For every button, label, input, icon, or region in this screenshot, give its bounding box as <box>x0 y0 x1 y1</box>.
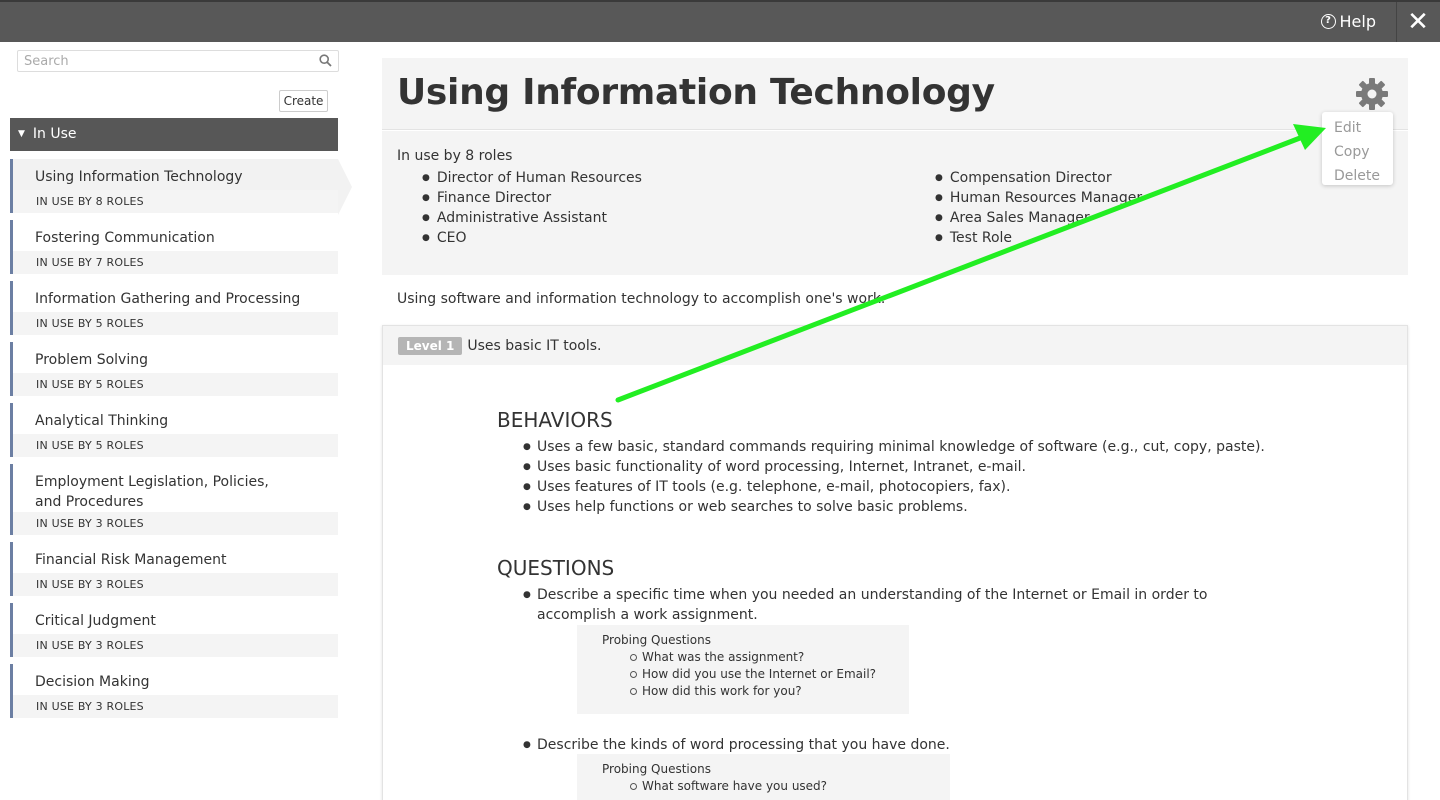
list-item[interactable]: Fostering Communication IN USE BY 7 ROLE… <box>10 220 338 274</box>
list-item[interactable]: Employment Legislation, Policies, and Pr… <box>10 464 338 535</box>
probe-list: What was the assignment? How did you use… <box>602 649 909 700</box>
top-bar: ? Help ✕ <box>0 0 1440 42</box>
behavior-item: Uses features of IT tools (e.g. telephon… <box>523 477 1283 497</box>
item-name: Fostering Communication <box>35 230 215 246</box>
question-item: Describe the kinds of word processing th… <box>523 735 1283 755</box>
item-count: IN USE BY 5 ROLES <box>13 434 338 457</box>
item-count: IN USE BY 7 ROLES <box>13 251 338 274</box>
search-input[interactable] <box>18 51 308 71</box>
divider <box>1396 2 1397 42</box>
list-item[interactable]: Analytical Thinking IN USE BY 5 ROLES <box>10 403 338 457</box>
behavior-item: Uses basic functionality of word process… <box>523 457 1283 477</box>
role-item: Area Sales Manager <box>935 208 1142 228</box>
competency-detail: Using Information Technology Edit Copy D… <box>382 58 1408 800</box>
caret-down-icon: ▼ <box>18 129 25 139</box>
item-name: Employment Legislation, Policies, and Pr… <box>35 474 269 510</box>
role-item: Director of Human Resources <box>422 168 642 188</box>
settings-menu: Edit Copy Delete <box>1322 112 1393 185</box>
probing-label: Probing Questions <box>602 762 711 776</box>
behaviors-title: BEHAVIORS <box>497 408 613 432</box>
questions-title: QUESTIONS <box>497 556 615 580</box>
level-header: Level 1 Uses basic IT tools. <box>383 326 1407 365</box>
role-item: Test Role <box>935 228 1142 248</box>
item-count: IN USE BY 3 ROLES <box>13 512 338 535</box>
detail-header: Using Information Technology <box>382 58 1408 130</box>
item-name: Using Information Technology <box>35 169 243 185</box>
competency-list: Using Information Technology IN USE BY 8… <box>10 159 352 725</box>
sidebar: Create ▼ In Use Using Information Technol… <box>10 42 352 800</box>
list-item[interactable]: Critical Judgment IN USE BY 3 ROLES <box>10 603 338 657</box>
probing-questions-box: Probing Questions What was the assignmen… <box>577 625 909 714</box>
probe-item: What was the assignment? <box>630 649 909 666</box>
item-count: IN USE BY 3 ROLES <box>13 634 338 657</box>
gear-icon[interactable] <box>1354 76 1390 112</box>
role-item: CEO <box>422 228 642 248</box>
behavior-item: Uses help functions or web searches to s… <box>523 497 1283 517</box>
list-item[interactable]: Problem Solving IN USE BY 5 ROLES <box>10 342 338 396</box>
probe-list: What software have you used? <box>602 778 950 795</box>
item-count: IN USE BY 5 ROLES <box>13 312 338 335</box>
roles-panel: In use by 8 roles Director of Human Reso… <box>382 131 1408 275</box>
menu-item-edit[interactable]: Edit <box>1322 116 1393 140</box>
item-name: Financial Risk Management <box>35 552 227 568</box>
question-list: Describe a specific time when you needed… <box>523 585 1283 625</box>
behavior-item: Uses a few basic, standard commands requ… <box>523 437 1283 457</box>
item-count: IN USE BY 3 ROLES <box>13 573 338 596</box>
menu-item-copy[interactable]: Copy <box>1322 140 1393 164</box>
roles-label: In use by 8 roles <box>397 148 513 164</box>
probe-item: What software have you used? <box>630 778 950 795</box>
group-label: In Use <box>32 126 77 142</box>
item-name: Information Gathering and Processing <box>35 291 301 307</box>
page-title: Using Information Technology <box>397 72 995 113</box>
item-count: IN USE BY 5 ROLES <box>13 373 338 396</box>
role-item: Compensation Director <box>935 168 1142 188</box>
role-item: Finance Director <box>422 188 642 208</box>
close-icon[interactable]: ✕ <box>1406 8 1430 36</box>
group-header-in-use[interactable]: ▼ In Use <box>10 118 338 151</box>
list-item[interactable]: Decision Making IN USE BY 3 ROLES <box>10 664 338 718</box>
search-box <box>17 50 339 72</box>
question-item: Describe a specific time when you needed… <box>523 585 1283 625</box>
question-list: Describe the kinds of word processing th… <box>523 735 1283 755</box>
item-count: IN USE BY 8 ROLES <box>13 190 338 213</box>
level-summary: Uses basic IT tools. <box>467 337 602 354</box>
roles-list-right: Compensation Director Human Resources Ma… <box>935 168 1142 248</box>
item-count: IN USE BY 3 ROLES <box>13 695 338 718</box>
level-badge: Level 1 <box>398 336 463 355</box>
help-button[interactable]: ? Help <box>1320 12 1376 31</box>
list-item[interactable]: Information Gathering and Processing IN … <box>10 281 338 335</box>
item-name: Problem Solving <box>35 352 148 368</box>
roles-list-left: Director of Human Resources Finance Dire… <box>422 168 642 248</box>
level-panel: Level 1 Uses basic IT tools. BEHAVIORS U… <box>382 325 1408 800</box>
search-icon[interactable] <box>319 54 332 67</box>
create-button[interactable]: Create <box>279 90 328 112</box>
list-item[interactable]: Using Information Technology IN USE BY 8… <box>10 159 352 215</box>
probe-item: How did you use the Internet or Email? <box>630 666 909 683</box>
item-name: Critical Judgment <box>35 613 156 629</box>
help-icon: ? <box>1320 14 1336 29</box>
item-name: Analytical Thinking <box>35 413 169 429</box>
competency-description: Using software and information technolog… <box>397 291 886 307</box>
role-item: Human Resources Manager <box>935 188 1142 208</box>
probe-item: How did this work for you? <box>630 683 909 700</box>
behaviors-list: Uses a few basic, standard commands requ… <box>523 437 1283 517</box>
help-label: Help <box>1339 12 1376 31</box>
list-item[interactable]: Financial Risk Management IN USE BY 3 RO… <box>10 542 338 596</box>
probing-questions-box: Probing Questions What software have you… <box>577 754 950 800</box>
menu-item-delete[interactable]: Delete <box>1322 164 1393 188</box>
role-item: Administrative Assistant <box>422 208 642 228</box>
probing-label: Probing Questions <box>602 633 711 647</box>
item-name: Decision Making <box>35 674 150 690</box>
